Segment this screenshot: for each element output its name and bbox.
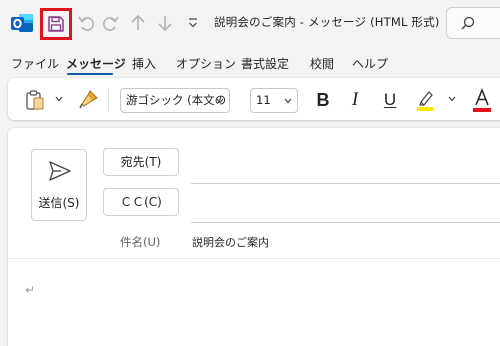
send-icon: [49, 161, 71, 181]
compose-pane: 送信(S) 宛先(T) ＣＣ(C) 件名(U) 説明会のご案内 ↵: [8, 128, 500, 346]
arrow-down-icon: [158, 16, 172, 32]
title-bar: 説明会のご案内 - メッセージ (HTML 形式): [0, 0, 500, 46]
ribbon-toolbar: 游ゴシック (本文の 11 B I U: [8, 78, 500, 120]
chevron-down-icon: [284, 89, 292, 112]
tab-format-text[interactable]: 書式設定: [241, 55, 289, 72]
font-name-value: 游ゴシック (本文の: [126, 93, 227, 107]
highlight-button[interactable]: [413, 87, 437, 113]
highlight-color-dropdown[interactable]: [446, 92, 458, 106]
tab-message[interactable]: メッセージ: [66, 55, 126, 72]
paste-options-button[interactable]: [53, 92, 65, 106]
font-color-button[interactable]: [470, 86, 494, 114]
undo-button[interactable]: [76, 12, 96, 34]
undo-icon: [78, 16, 94, 31]
tab-insert[interactable]: 挿入: [132, 55, 156, 72]
subject-divider: [8, 258, 500, 259]
customize-qat-icon: [189, 18, 197, 28]
active-tab-indicator: [67, 73, 113, 75]
underline-button[interactable]: U: [379, 88, 401, 112]
redo-icon: [103, 16, 119, 31]
save-icon: [48, 16, 64, 32]
ribbon-divider: [108, 88, 109, 112]
previous-item-button[interactable]: [128, 12, 148, 34]
arrow-up-icon: [131, 14, 145, 30]
tab-review[interactable]: 校閲: [310, 55, 334, 72]
to-button[interactable]: 宛先(T): [103, 148, 179, 176]
search-icon: [461, 16, 475, 30]
subject-field[interactable]: 説明会のご案内: [192, 234, 269, 250]
chevron-down-icon: [448, 96, 456, 102]
font-name-select[interactable]: 游ゴシック (本文の: [120, 88, 230, 113]
search-input[interactable]: [446, 7, 500, 39]
font-color-icon: [473, 87, 491, 112]
message-body[interactable]: ↵: [25, 283, 35, 297]
outlook-icon: [10, 11, 34, 35]
cc-field[interactable]: [191, 222, 500, 223]
send-button[interactable]: 送信(S): [31, 149, 87, 221]
send-label: 送信(S): [38, 196, 80, 210]
customize-qat-button[interactable]: [186, 14, 200, 32]
format-painter-icon: [79, 90, 98, 109]
tab-file[interactable]: ファイル: [11, 55, 59, 72]
ribbon-tabs: ファイル メッセージ 挿入 オプション 書式設定 校閲 ヘルプ: [0, 46, 500, 76]
save-button[interactable]: [40, 8, 72, 40]
format-painter-button[interactable]: [78, 88, 100, 110]
font-size-select[interactable]: 11: [250, 88, 298, 113]
clipboard-icon: [26, 90, 44, 110]
bold-button[interactable]: B: [312, 88, 334, 112]
paste-button[interactable]: [24, 88, 46, 112]
next-item-button[interactable]: [155, 12, 175, 34]
chevron-down-icon: [216, 89, 224, 112]
to-field[interactable]: [191, 183, 500, 184]
subject-label: 件名(U): [120, 235, 161, 249]
redo-button[interactable]: [100, 12, 122, 34]
italic-button[interactable]: I: [344, 88, 366, 112]
cc-button[interactable]: ＣＣ(C): [103, 188, 179, 216]
highlighter-icon: [417, 91, 433, 111]
chevron-down-icon: [55, 96, 63, 102]
tab-help[interactable]: ヘルプ: [352, 55, 388, 72]
window-title: 説明会のご案内 - メッセージ (HTML 形式): [214, 15, 440, 29]
font-size-value: 11: [256, 93, 271, 107]
tab-options[interactable]: オプション: [176, 55, 236, 72]
